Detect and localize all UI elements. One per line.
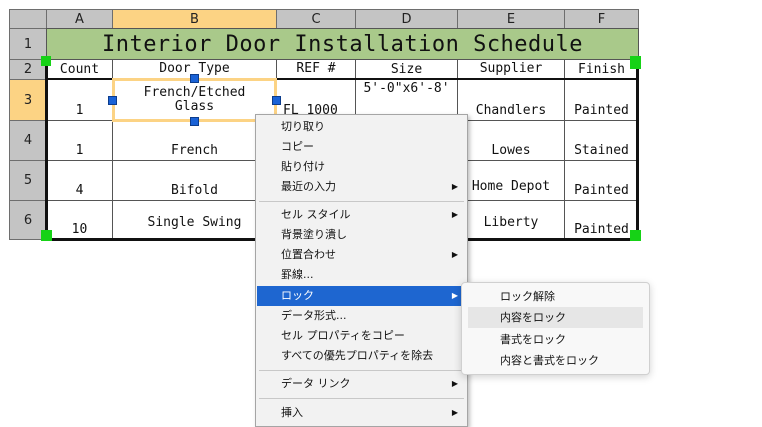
submenu-item-label: 内容をロック — [500, 311, 566, 324]
submenu-arrow-icon: ▶ — [451, 291, 458, 300]
menu-separator — [259, 398, 464, 399]
cell-handle-left[interactable] — [108, 96, 117, 105]
menu-item-cut[interactable]: 切り取り — [257, 117, 466, 137]
header-cell-count[interactable]: Count — [46, 59, 113, 80]
submenu-item-label: 書式をロック — [500, 333, 566, 346]
column-header-c[interactable]: C — [276, 9, 356, 29]
menu-item-label: 罫線... — [281, 268, 314, 281]
menu-item-recent-input[interactable]: 最近の入力 ▶ — [257, 177, 466, 197]
table-cell[interactable]: 1 — [46, 120, 113, 161]
menu-item-label: 貼り付け — [281, 160, 325, 173]
menu-item-label: 最近の入力 — [281, 180, 336, 193]
header-cell-ref[interactable]: REF # — [276, 59, 356, 80]
cell-selection-outline — [112, 78, 277, 122]
menu-item-copy-cell-properties[interactable]: セル プロパティをコピー — [257, 326, 466, 346]
cell-handle-right[interactable] — [272, 96, 281, 105]
table-title[interactable]: Interior Door Installation Schedule — [46, 28, 639, 60]
menu-item-borders[interactable]: 罫線... — [257, 265, 466, 285]
cell-handle-top[interactable] — [190, 74, 199, 83]
submenu-item-label: 内容と書式をロック — [500, 354, 599, 367]
table-cell[interactable]: 10 — [46, 200, 113, 240]
table-grip-bottom-left[interactable] — [41, 230, 52, 241]
column-header-a[interactable]: A — [46, 9, 113, 29]
submenu-item-label: ロック解除 — [500, 290, 555, 303]
menu-item-label: ロック — [281, 289, 314, 302]
menu-item-label: 位置合わせ — [281, 248, 336, 261]
submenu-arrow-icon: ▶ — [451, 250, 458, 259]
submenu-arrow-icon: ▶ — [451, 408, 458, 417]
menu-separator — [259, 201, 464, 202]
header-cell-finish[interactable]: Finish — [564, 59, 639, 80]
table-cell[interactable]: Painted — [564, 200, 639, 240]
table-cell[interactable]: Bifold — [112, 160, 277, 201]
submenu-item-lock-format[interactable]: 書式をロック — [468, 329, 643, 350]
context-menu: 切り取り コピー 貼り付け 最近の入力 ▶ セル スタイル ▶ 背景塗り潰し 位置合… — [255, 114, 468, 427]
table-cell[interactable]: Home Depot — [457, 160, 565, 201]
menu-item-copy[interactable]: コピー — [257, 137, 466, 157]
menu-item-remove-all-overrides[interactable]: すべての優先プロパティを除去 — [257, 346, 466, 366]
table-cell[interactable]: Lowes — [457, 120, 565, 161]
table-grip-bottom-right[interactable] — [630, 230, 641, 241]
column-header-b[interactable]: B — [112, 9, 277, 29]
header-cell-size[interactable]: Size — [355, 59, 458, 80]
menu-item-paste[interactable]: 貼り付け — [257, 157, 466, 177]
submenu-item-lock-content[interactable]: 内容をロック — [468, 307, 643, 328]
submenu-item-lock-content-and-format[interactable]: 内容と書式をロック — [468, 350, 643, 371]
menu-item-label: 背景塗り潰し — [281, 228, 347, 241]
table-cell[interactable]: Liberty — [457, 200, 565, 240]
menu-separator — [259, 370, 464, 371]
table-grip-top-left[interactable] — [41, 56, 51, 66]
submenu-arrow-icon: ▶ — [451, 182, 458, 191]
menu-item-label: データ形式... — [281, 309, 347, 322]
row-header-3[interactable]: 3 — [9, 79, 47, 121]
lock-submenu: ロック解除 内容をロック 書式をロック 内容と書式をロック — [461, 282, 650, 375]
menu-item-label: 切り取り — [281, 120, 325, 133]
table-cell[interactable]: Chandlers — [457, 79, 565, 121]
cell-handle-bottom[interactable] — [190, 117, 199, 126]
table-cell[interactable]: Painted — [564, 160, 639, 201]
table-cell[interactable]: French — [112, 120, 277, 161]
corner-header[interactable] — [9, 9, 47, 29]
submenu-arrow-icon: ▶ — [451, 210, 458, 219]
table-cell[interactable]: Painted — [564, 79, 639, 121]
header-cell-supplier[interactable]: Supplier — [457, 59, 565, 80]
menu-item-alignment[interactable]: 位置合わせ ▶ — [257, 245, 466, 265]
table-border-right — [636, 60, 639, 241]
table-grip-top-right[interactable] — [630, 56, 641, 69]
menu-item-background-fill[interactable]: 背景塗り潰し — [257, 225, 466, 245]
menu-item-data-format[interactable]: データ形式... — [257, 306, 466, 326]
menu-item-lock[interactable]: ロック ▶ — [257, 286, 466, 306]
menu-item-data-link[interactable]: データ リンク ▶ — [257, 374, 466, 394]
submenu-arrow-icon: ▶ — [451, 379, 458, 388]
menu-item-label: セル プロパティをコピー — [281, 329, 405, 342]
menu-item-label: データ リンク — [281, 377, 351, 390]
column-header-d[interactable]: D — [355, 9, 458, 29]
table-cell[interactable]: Single Swing — [112, 200, 277, 240]
menu-item-cell-style[interactable]: セル スタイル ▶ — [257, 205, 466, 225]
row-header-5[interactable]: 5 — [9, 160, 47, 201]
table-cell[interactable]: 4 — [46, 160, 113, 201]
menu-item-label: 挿入 — [281, 406, 303, 419]
table-cell[interactable]: 1 — [46, 79, 113, 121]
menu-item-label: すべての優先プロパティを除去 — [281, 349, 434, 362]
column-header-e[interactable]: E — [457, 9, 565, 29]
column-header-f[interactable]: F — [564, 9, 639, 29]
row-header-4[interactable]: 4 — [9, 120, 47, 161]
submenu-item-unlock[interactable]: ロック解除 — [468, 286, 643, 307]
menu-item-label: セル スタイル — [281, 208, 351, 221]
menu-item-insert[interactable]: 挿入 ▶ — [257, 403, 466, 423]
menu-item-label: コピー — [281, 140, 314, 153]
table-cell[interactable]: Stained — [564, 120, 639, 161]
table-border-left — [45, 60, 48, 241]
